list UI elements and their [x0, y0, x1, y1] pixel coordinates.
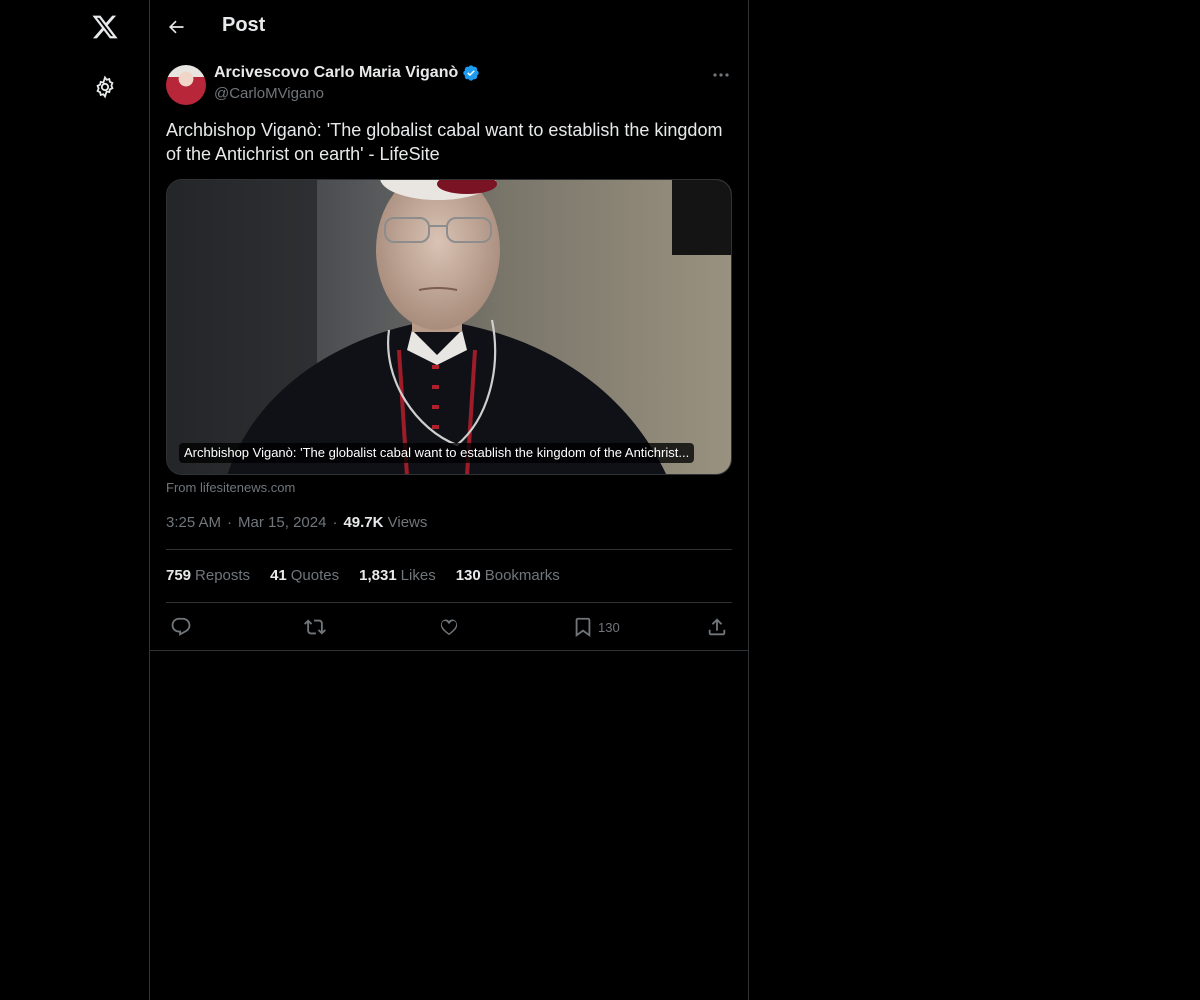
bookmarks-stat[interactable]: 130 Bookmarks [456, 567, 560, 584]
card-image [167, 180, 731, 474]
divider [166, 549, 732, 550]
repost-button[interactable] [304, 615, 326, 639]
page-title: Post [222, 14, 266, 36]
verified-badge-icon[interactable] [462, 64, 480, 82]
views-count: 49.7K [343, 514, 384, 531]
views-label: Views [387, 514, 428, 531]
reply-button[interactable] [170, 615, 192, 639]
bookmark-count: 130 [598, 619, 620, 635]
reposts-stat[interactable]: 759 Reposts [166, 567, 250, 584]
page-header: Post [150, 0, 748, 54]
divider [166, 602, 732, 603]
author-block: Arcivescovo Carlo Maria Viganò @CarloMVi… [214, 64, 480, 102]
author-handle[interactable]: @CarloMVigano [214, 85, 480, 102]
card-source[interactable]: From lifesitenews.com [166, 480, 295, 495]
engagement-stats: 759 Reposts 41 Quotes 1,831 Likes 130 Bookma… [166, 567, 560, 584]
author-name-row: Arcivescovo Carlo Maria Viganò [214, 64, 480, 82]
heart-icon [440, 619, 458, 636]
card-caption: Archbishop Viganò: 'The globalist cabal … [179, 443, 695, 463]
arrow-left-icon[interactable] [164, 15, 188, 39]
post-text: Archbishop Viganò: 'The globalist cabal … [166, 120, 723, 164]
share-icon [708, 618, 726, 636]
avatar[interactable] [166, 65, 206, 105]
reply-icon [171, 617, 191, 636]
post-time[interactable]: 3:25 AM [166, 514, 221, 531]
more-options-icon[interactable] [710, 66, 732, 84]
x-logo-icon[interactable] [90, 12, 120, 42]
like-button[interactable] [438, 615, 460, 639]
link-card[interactable]: Archbishop Viganò: 'The globalist cabal … [166, 179, 732, 475]
bookmark-button[interactable]: 130 [572, 615, 620, 639]
post-meta: 3:25 AM · Mar 15, 2024 · 49.7K Views [166, 514, 428, 531]
repost-icon [304, 619, 326, 635]
bookmark-icon [575, 617, 591, 638]
gear-icon[interactable] [92, 74, 118, 100]
author-name[interactable]: Arcivescovo Carlo Maria Viganò [214, 64, 458, 82]
share-button[interactable] [706, 615, 728, 639]
main-column: Post Arcivescovo Carlo Maria Viganò @Car… [149, 0, 749, 1000]
divider [150, 650, 748, 651]
left-nav [0, 0, 150, 1000]
quotes-stat[interactable]: 41 Quotes [270, 567, 339, 584]
post-date[interactable]: Mar 15, 2024 [238, 514, 326, 531]
likes-stat[interactable]: 1,831 Likes [359, 567, 436, 584]
action-bar: 130 [166, 615, 732, 639]
